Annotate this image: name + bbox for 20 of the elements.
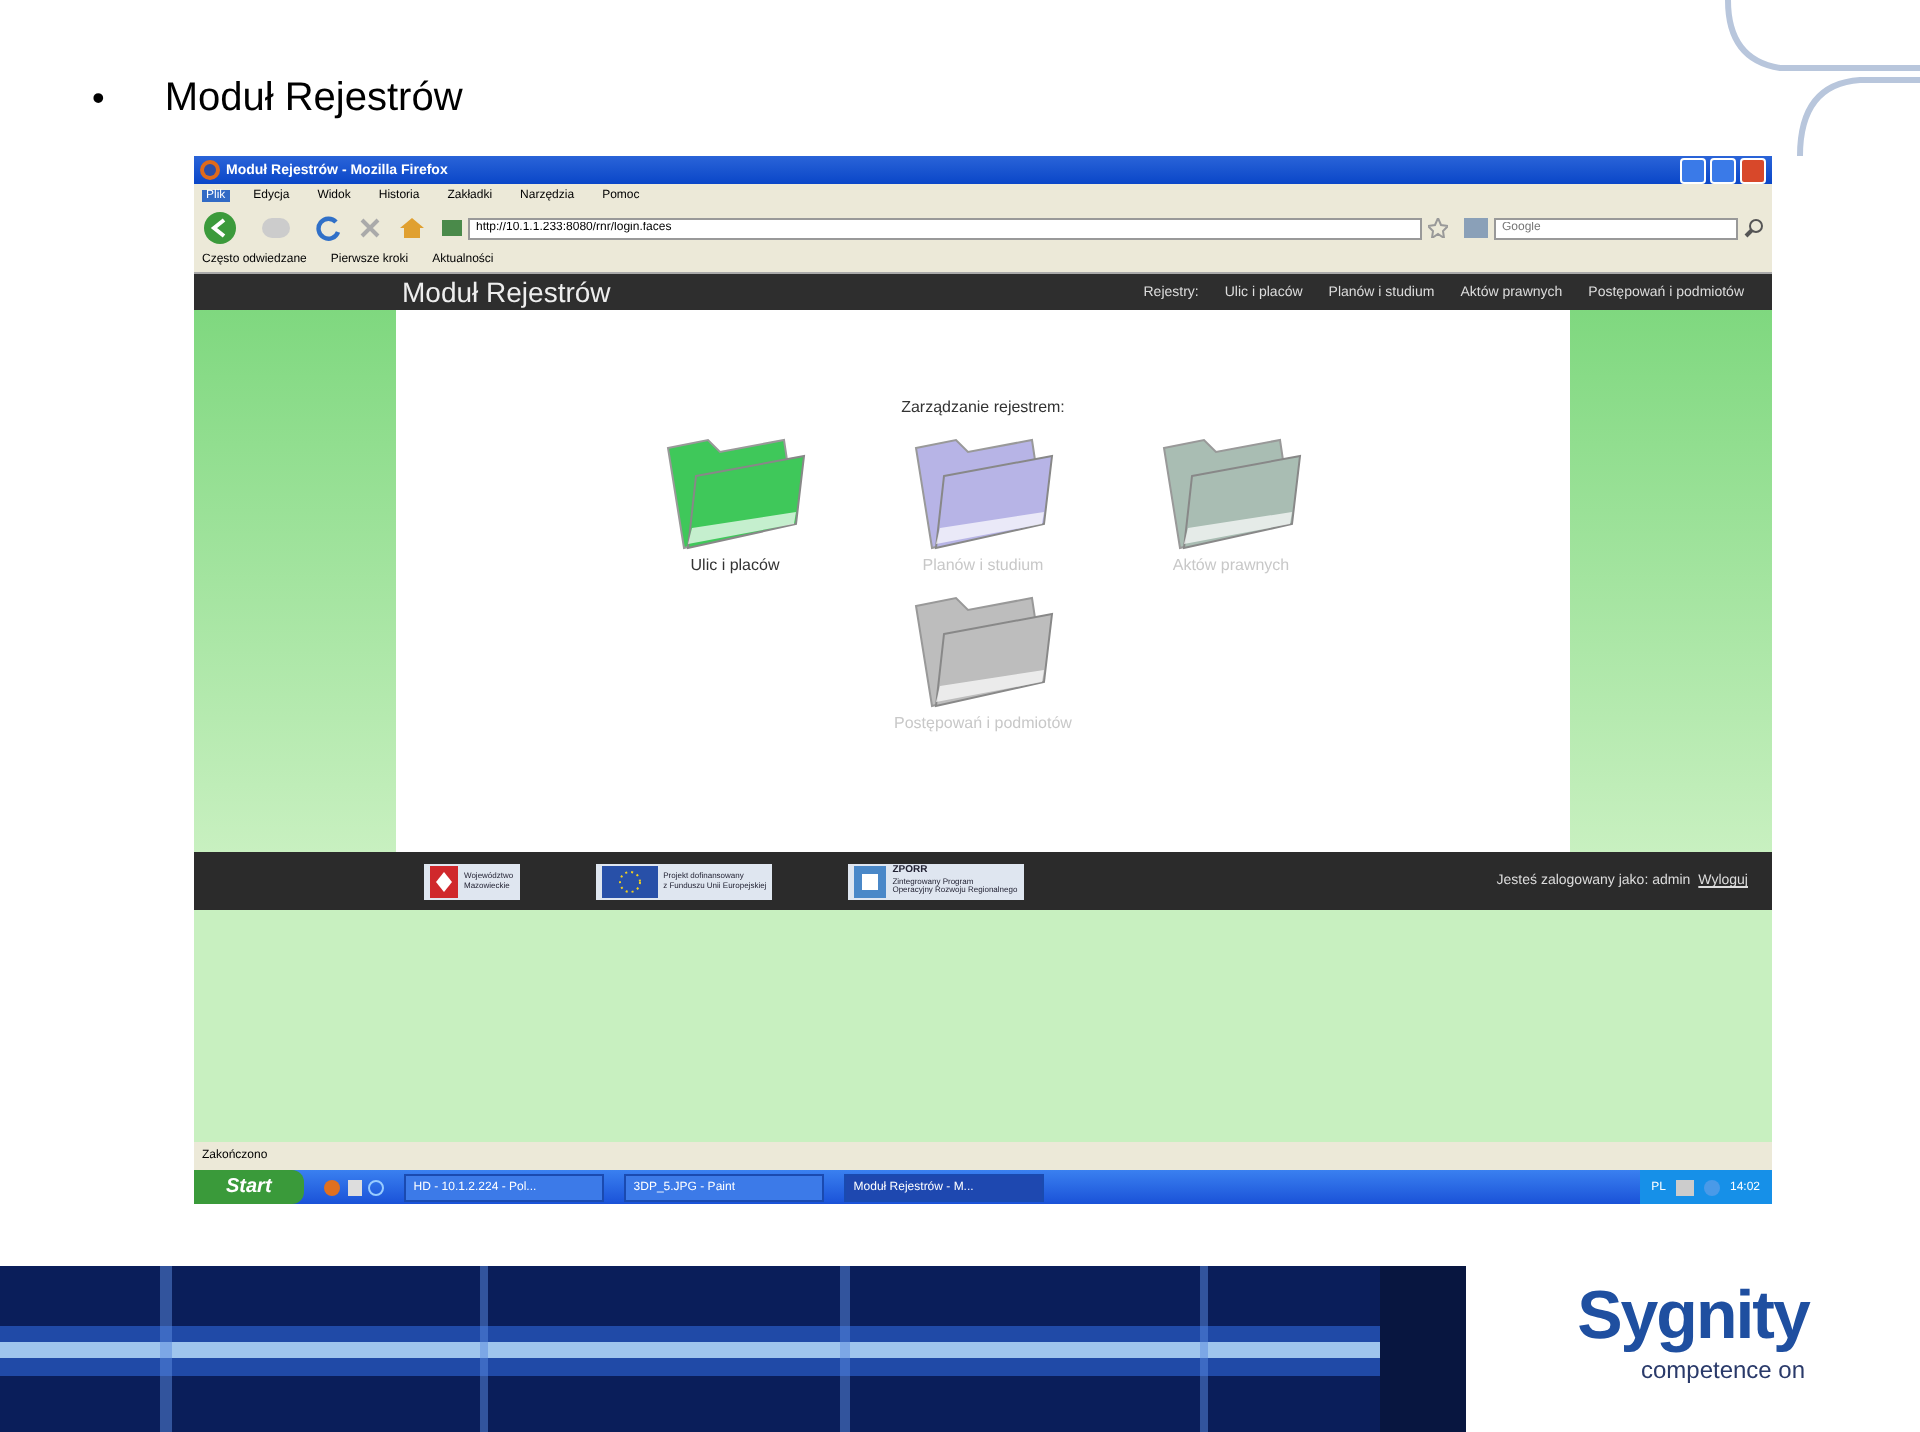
search-icon[interactable]: [1744, 218, 1764, 238]
logo-tagline: competence on: [1640, 1356, 1806, 1384]
browser-icon: [200, 160, 220, 180]
app-title: Moduł Rejestrów: [402, 276, 611, 308]
start-button[interactable]: Start: [194, 1170, 304, 1204]
close-button[interactable]: [1740, 157, 1766, 183]
stop-icon[interactable]: [358, 216, 382, 240]
maximize-button[interactable]: [1710, 157, 1736, 183]
register-tile[interactable]: Ulic i placów: [615, 428, 855, 574]
minimize-button[interactable]: [1680, 157, 1706, 183]
site-icon: [442, 220, 462, 236]
slide-title: Moduł Rejestrów: [164, 73, 463, 121]
search-engine-icon: [1464, 218, 1488, 238]
star-icon[interactable]: [1428, 218, 1448, 238]
company-logo: Sygnity: [1577, 1278, 1809, 1356]
home-icon[interactable]: [398, 216, 426, 240]
bullet: •: [92, 75, 105, 119]
section-heading: Zarządzanie rejestrem:: [901, 398, 1065, 416]
reload-icon[interactable]: [314, 214, 342, 242]
quick-launch-icon[interactable]: [323, 1177, 384, 1197]
